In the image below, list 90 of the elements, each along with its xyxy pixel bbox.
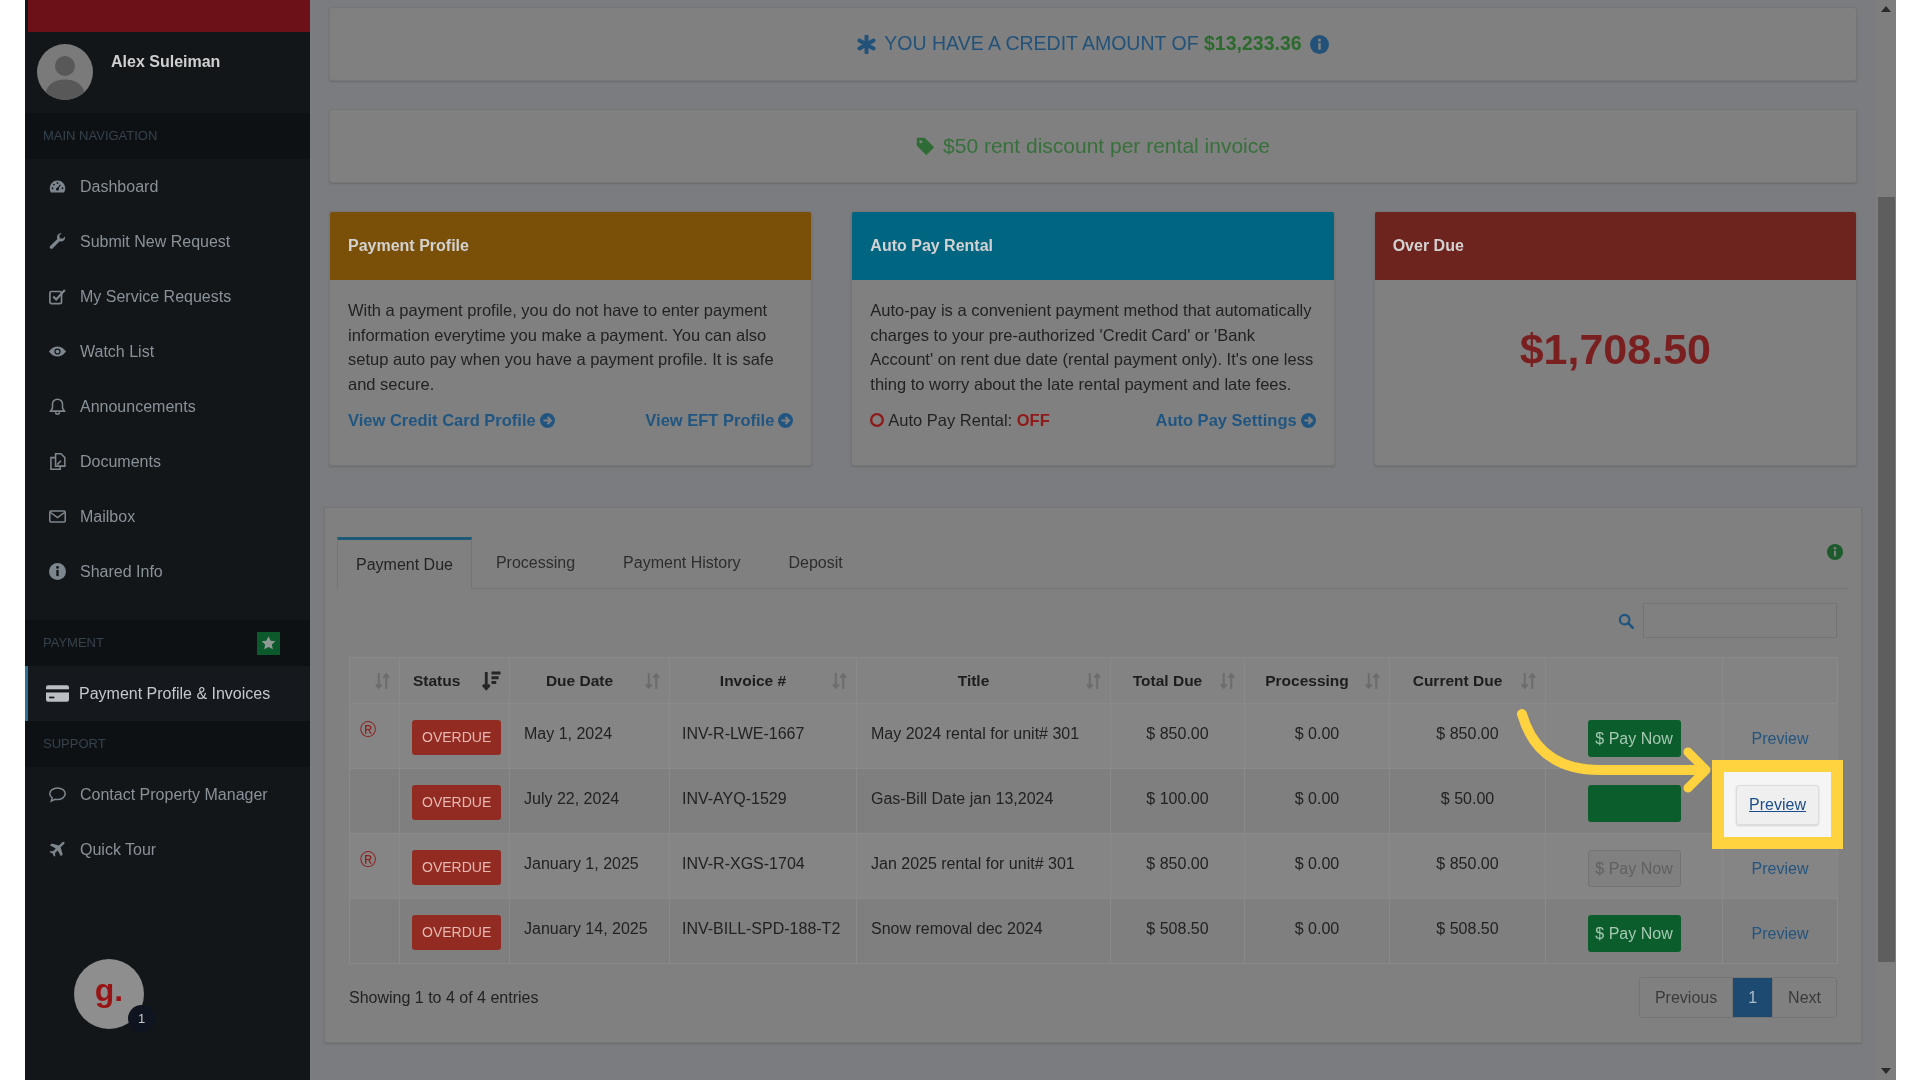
nav-item[interactable]: Shared Info: [25, 544, 310, 599]
checkbox-icon: [49, 288, 66, 305]
nav-item[interactable]: My Service Requests: [25, 269, 310, 324]
nav-item[interactable]: Documents: [25, 434, 310, 489]
table-cell: Gas-Bill Date jan 13,2024: [856, 768, 1111, 834]
table-cell: $ 508.50: [1389, 898, 1546, 964]
nav-item[interactable]: Watch List: [25, 324, 310, 379]
table-cell: $ 50.00: [1389, 768, 1546, 834]
table-cell: $ 0.00: [1244, 833, 1390, 899]
card-text: Auto-pay is a convenient payment method that automatically charges to your pre-authorized 'Credit Card' or 'Bank Account' on rent due date (rental payment only). It's one less thing to worry about the late rental payment and late fees.: [870, 300, 1315, 395]
user-name: Alex Suleiman: [111, 52, 221, 72]
tab[interactable]: Payment Due: [337, 537, 472, 589]
info-icon: [49, 563, 66, 580]
nav-item[interactable]: Dashboard: [25, 159, 310, 214]
table-cell: INV-R-XGS-1704: [669, 833, 857, 899]
section-label: PAYMENT: [43, 634, 104, 653]
entries-info: Showing 1 to 4 of 4 entries: [349, 987, 539, 1008]
overdue-amount: $1,708.50: [1519, 324, 1711, 374]
bell-icon: [49, 398, 66, 415]
table-cell: $ 850.00: [1110, 833, 1245, 899]
envelope-icon: [49, 508, 66, 525]
pay-now-button[interactable]: [1587, 785, 1681, 822]
arrow-circle-icon: [539, 412, 555, 428]
notification-badge: 1: [128, 1005, 155, 1032]
nav-item[interactable]: Announcements: [25, 379, 310, 434]
status-badge: OVERDUE: [412, 785, 502, 820]
section-label: SUPPORT: [43, 735, 106, 754]
tab[interactable]: Processing: [471, 537, 600, 588]
tag-icon: [916, 136, 936, 156]
scroll-down-icon: [1881, 1068, 1891, 1074]
gauge-icon: [49, 178, 66, 195]
status-badge: OVERDUE: [412, 850, 502, 885]
nav-item[interactable]: Mailbox: [25, 489, 310, 544]
status-badge: OVERDUE: [412, 720, 502, 755]
registered-mark: ®: [360, 849, 377, 871]
table-cell: $ 0.00: [1244, 898, 1390, 964]
scroll-up-icon: [1881, 6, 1891, 12]
card-header: Over Due: [1374, 212, 1856, 280]
status-badge: OVERDUE: [412, 915, 502, 950]
airplane-icon: [49, 841, 66, 858]
pay-now-button[interactable]: $ Pay Now: [1587, 720, 1681, 757]
table-cell: Jan 2025 rental for unit# 301: [856, 833, 1111, 899]
wrench-icon: [49, 233, 66, 250]
asterisk-icon: [857, 34, 877, 54]
speech-bubble-icon: [49, 786, 66, 803]
table-cell: January 1, 2025: [509, 833, 670, 899]
table-cell: $ 100.00: [1110, 768, 1245, 834]
nav-item[interactable]: Payment Profile & Invoices: [25, 666, 310, 721]
search-icon: [1618, 612, 1634, 629]
nav-item[interactable]: Quick Tour: [25, 822, 310, 877]
table-cell: Snow removal dec 2024: [856, 898, 1111, 964]
credit-banner-text: YOU HAVE A CREDIT AMOUNT OF $13,233.36: [884, 31, 1302, 57]
nav-item[interactable]: Submit New Request: [25, 214, 310, 269]
arrow-circle-icon: [778, 412, 794, 428]
documents-icon: [49, 453, 66, 470]
tab[interactable]: Deposit: [764, 537, 867, 588]
table-cell: $ 508.50: [1110, 898, 1245, 964]
discount-banner-text: $50 rent discount per rental invoice: [943, 133, 1270, 160]
card-header: Payment Profile: [330, 212, 812, 280]
table-cell: May 2024 rental for unit# 301: [856, 703, 1111, 769]
table-cell: $ 0.00: [1244, 768, 1390, 834]
arrow-circle-icon: [1300, 412, 1316, 428]
table-cell: INV-R-LWE-1667: [669, 703, 857, 769]
preview-button[interactable]: Preview: [1736, 784, 1819, 825]
autopay-status: Auto Pay Rental: OFF: [888, 410, 1050, 431]
table-cell: January 14, 2025: [509, 898, 670, 964]
table-cell: INV-BILL-SPD-188-T2: [669, 898, 857, 964]
column-header[interactable]: Due Date: [545, 671, 614, 689]
table-cell: $ 850.00: [1389, 833, 1546, 899]
info-icon: [1309, 34, 1329, 54]
section-label: MAIN NAVIGATION: [43, 127, 158, 146]
nav-item[interactable]: Contact Property Manager: [25, 767, 310, 822]
table-cell: INV-AYQ-1529: [669, 768, 857, 834]
table-cell: July 22, 2024: [509, 768, 670, 834]
column-header[interactable]: Title: [957, 671, 990, 689]
card-header: Auto Pay Rental: [852, 212, 1334, 280]
column-header[interactable]: Invoice #: [719, 671, 787, 689]
credit-card-icon: [46, 685, 69, 702]
info-icon: [1827, 544, 1843, 560]
table-cell: May 1, 2024: [509, 703, 670, 769]
table-cell: $ 850.00: [1389, 703, 1546, 769]
registered-mark: ®: [360, 719, 377, 741]
column-header[interactable]: Status: [413, 671, 461, 689]
table-cell: $ 0.00: [1244, 703, 1390, 769]
page-button[interactable]: 1: [1732, 978, 1773, 1017]
tab[interactable]: Payment History: [599, 537, 765, 588]
pay-now-button[interactable]: $ Pay Now: [1587, 915, 1681, 952]
avatar-icon: [37, 44, 93, 100]
table-cell: $ 850.00: [1110, 703, 1245, 769]
card-text: With a payment profile, you do not have to enter payment information everytime you make a payment. You can also setup auto pay when you have a payment profile. It is safe and secure.: [348, 300, 775, 395]
